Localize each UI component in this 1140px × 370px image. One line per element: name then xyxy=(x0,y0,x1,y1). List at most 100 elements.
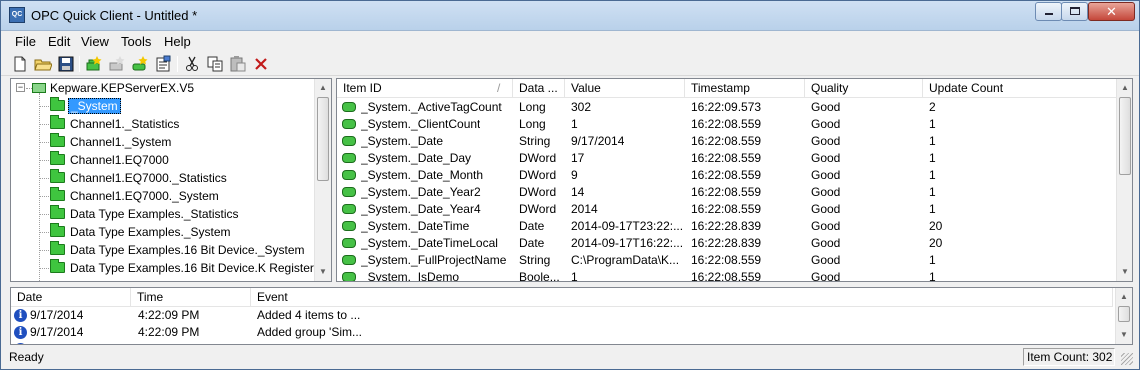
tree-scrollbar[interactable]: ▲ ▼ xyxy=(314,79,331,281)
log-row[interactable]: i 9/17/2014 4:22:09 PM Added group 'Sim.… xyxy=(11,324,1111,341)
log-event: Added group 'Sim... xyxy=(257,325,363,339)
menu-file[interactable]: File xyxy=(15,34,36,49)
table-row[interactable]: _System._Date_Year2 DWord 14 16:22:08.559 Go… xyxy=(337,184,1117,201)
new-item-icon[interactable] xyxy=(131,55,149,73)
tree-item-label: Data Type Examples.16 Bit Device.K Regis… xyxy=(70,261,320,275)
item-list[interactable]: Item ID / Data ... Value Timestamp Quali… xyxy=(336,78,1133,282)
folder-icon xyxy=(50,241,65,255)
column-header-value[interactable]: Value xyxy=(565,79,685,98)
scroll-thumb[interactable] xyxy=(317,97,329,181)
app-icon: QC xyxy=(9,7,25,23)
log-time: 4:22:09 PM xyxy=(138,325,200,339)
scroll-up-icon[interactable]: ▲ xyxy=(315,79,331,96)
scroll-up-icon[interactable]: ▲ xyxy=(1116,288,1132,305)
new-server-icon[interactable] xyxy=(85,55,103,73)
item-update-count: 20 xyxy=(929,236,943,250)
log-column-event[interactable]: Event xyxy=(251,288,1113,307)
table-row[interactable]: _System._Date_Month DWord 9 16:22:08.559 Goo… xyxy=(337,167,1117,184)
item-value: 9 xyxy=(571,168,578,182)
paste-icon[interactable] xyxy=(229,55,247,73)
tag-icon xyxy=(342,187,356,197)
table-row[interactable]: _System._Date String 9/17/2014 16:22:08.559… xyxy=(337,133,1117,150)
item-update-count: 20 xyxy=(929,219,943,233)
collapse-icon[interactable]: − xyxy=(16,83,25,92)
tree-item[interactable]: Data Type Examples.16 Bit Device._System xyxy=(11,241,316,259)
save-icon[interactable] xyxy=(57,55,75,73)
item-value: 1 xyxy=(571,270,578,282)
item-data-type: String xyxy=(519,134,551,148)
tree-item-label: Channel1.EQ7000._Statistics xyxy=(70,171,227,185)
tree-item[interactable]: Data Type Examples._System xyxy=(11,223,316,241)
menu-bar: File Edit View Tools Help xyxy=(1,32,1139,51)
log-column-time[interactable]: Time xyxy=(131,288,251,307)
tree-item[interactable]: Data Type Examples.16 Bit Device.K Regis… xyxy=(11,259,320,277)
table-row[interactable]: _System._ClientCount Long 1 16:22:08.559 Goo… xyxy=(337,116,1117,133)
tree-root-label: Kepware.KEPServerEX.V5 xyxy=(50,81,195,95)
table-row[interactable]: _System._DateTime Date 2014-09-17T23:22:..… xyxy=(337,218,1117,235)
minimize-icon xyxy=(1045,13,1053,15)
open-folder-icon[interactable] xyxy=(34,55,52,73)
scroll-thumb[interactable] xyxy=(1118,306,1130,322)
scroll-down-icon[interactable]: ▼ xyxy=(1117,263,1132,280)
close-button[interactable]: ✕ xyxy=(1088,2,1135,21)
log-column-date[interactable]: Date xyxy=(11,288,131,307)
tree-root[interactable]: − Kepware.KEPServerEX.V5 xyxy=(11,79,316,97)
tree-item[interactable]: _System xyxy=(11,97,316,115)
server-tree[interactable]: − Kepware.KEPServerEX.V5 _System Channel… xyxy=(10,78,332,282)
item-data-type: DWord xyxy=(519,151,557,165)
log-scrollbar[interactable]: ▲ ▼ xyxy=(1115,288,1132,344)
delete-icon[interactable] xyxy=(252,55,270,73)
minimize-button[interactable] xyxy=(1035,2,1062,21)
cut-icon[interactable] xyxy=(183,55,201,73)
table-row[interactable]: _System._IsDemo Boole... 1 16:22:08.559 Good… xyxy=(337,269,1117,282)
scroll-up-icon[interactable]: ▲ xyxy=(1117,79,1132,96)
scroll-down-icon[interactable]: ▼ xyxy=(315,263,331,280)
maximize-button[interactable] xyxy=(1061,2,1088,21)
new-group-icon[interactable] xyxy=(108,55,126,73)
title-bar[interactable]: QC OPC Quick Client - Untitled * ✕ xyxy=(1,1,1139,31)
tree-item-label: Data Type Examples._Statistics xyxy=(70,207,239,221)
column-header-data-type[interactable]: Data ... xyxy=(513,79,565,98)
item-value: 2014-09-17T23:22:... xyxy=(571,219,684,233)
column-header-update-count[interactable]: Update Count xyxy=(923,79,1117,98)
table-row[interactable]: _System._ActiveTagCount Long 302 16:22:09.5… xyxy=(337,99,1117,116)
folder-icon xyxy=(50,115,65,129)
folder-icon xyxy=(50,133,65,147)
tag-icon xyxy=(342,119,356,129)
table-row[interactable]: _System._DateTimeLocal Date 2014-09-17T16:… xyxy=(337,235,1117,252)
tree-item[interactable]: Channel1._Statistics xyxy=(11,115,316,133)
menu-view[interactable]: View xyxy=(81,34,109,49)
table-row[interactable]: _System._FullProjectName String C:\Program… xyxy=(337,252,1117,269)
column-header-quality[interactable]: Quality xyxy=(805,79,923,98)
items-scrollbar[interactable]: ▲ ▼ xyxy=(1116,79,1132,281)
tag-icon xyxy=(342,170,356,180)
tree-item[interactable]: Channel1.EQ7000._Statistics xyxy=(11,169,316,187)
info-icon: i xyxy=(14,326,27,339)
properties-icon[interactable] xyxy=(154,55,172,73)
tree-item[interactable]: Channel1._System xyxy=(11,133,316,151)
item-update-count: 1 xyxy=(929,168,936,182)
column-header-item-id[interactable]: Item ID / xyxy=(337,79,513,98)
tag-icon xyxy=(342,272,356,281)
log-row[interactable]: i 9/17/2014 4:22:09 PM Added 4 items to … xyxy=(11,307,1111,324)
copy-icon[interactable] xyxy=(206,55,224,73)
menu-help[interactable]: Help xyxy=(164,34,191,49)
resize-grip-icon[interactable] xyxy=(1121,353,1133,365)
table-row[interactable]: _System._Date_Year4 DWord 2014 16:22:08.559… xyxy=(337,201,1117,218)
item-id: _System._ActiveTagCount xyxy=(361,100,502,114)
tree-item[interactable]: Channel1.EQ7000._System xyxy=(11,187,316,205)
event-log[interactable]: Date Time Event i 9/17/2014 4:22:09 PM A… xyxy=(10,287,1133,345)
new-document-icon[interactable] xyxy=(11,55,29,73)
tree-item[interactable]: Channel1.EQ7000 xyxy=(11,151,316,169)
scroll-thumb[interactable] xyxy=(1119,97,1131,175)
item-timestamp: 16:22:08.559 xyxy=(691,134,762,148)
menu-edit[interactable]: Edit xyxy=(48,34,70,49)
tree-item[interactable]: Data Type Examples._Statistics xyxy=(11,205,316,223)
column-header-timestamp[interactable]: Timestamp xyxy=(685,79,805,98)
tag-icon xyxy=(342,102,356,112)
item-quality: Good xyxy=(811,151,841,165)
item-update-count: 2 xyxy=(929,100,936,114)
menu-tools[interactable]: Tools xyxy=(121,34,151,49)
scroll-down-icon[interactable]: ▼ xyxy=(1116,326,1132,343)
table-row[interactable]: _System._Date_Day DWord 17 16:22:08.559 Good… xyxy=(337,150,1117,167)
